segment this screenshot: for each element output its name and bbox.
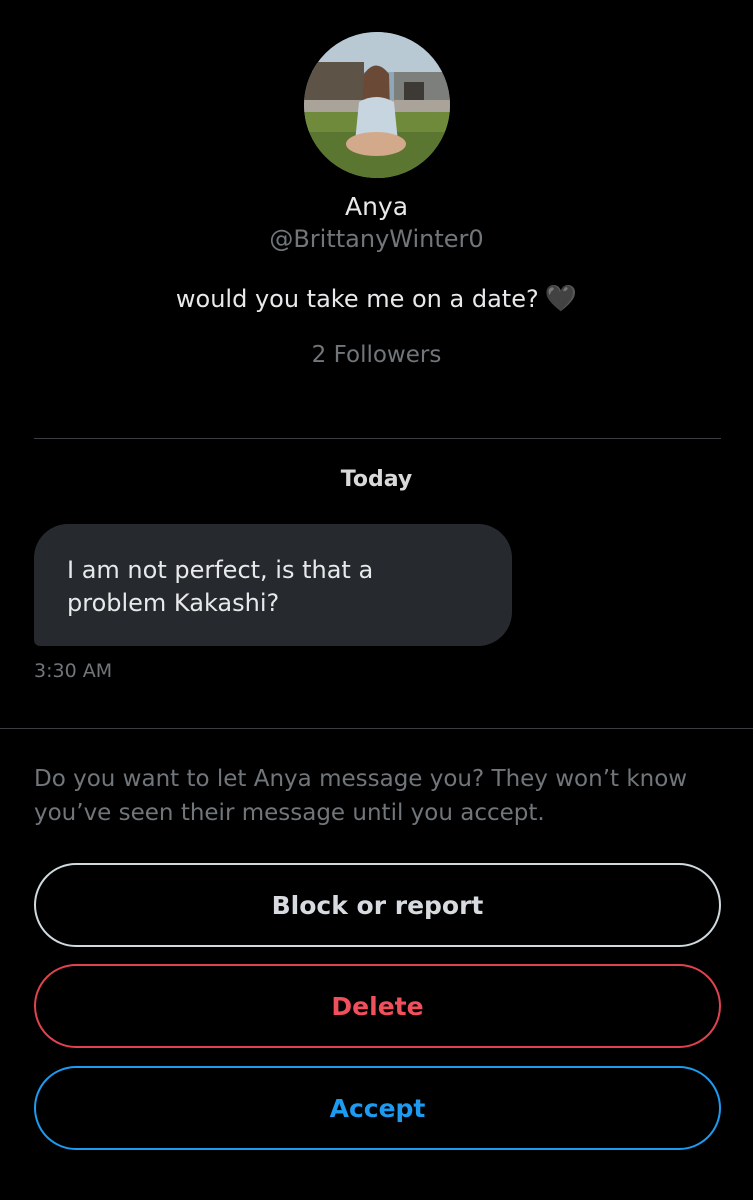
message-bubble[interactable]: I am not perfect, is that a problem Kaka… (34, 524, 512, 646)
bio-text: would you take me on a date? (175, 285, 539, 313)
profile-name: Anya (344, 192, 409, 221)
request-prompt: Do you want to let Anya message you? The… (34, 766, 688, 826)
divider (0, 728, 753, 729)
avatar-photo (304, 32, 450, 178)
avatar[interactable] (304, 32, 450, 178)
message-timestamp: 3:30 AM (34, 660, 113, 682)
divider (34, 438, 721, 439)
followers-count[interactable]: 2 Followers (0, 342, 753, 368)
block-or-report-button[interactable]: Block or report (34, 863, 721, 947)
date-separator: Today (340, 467, 413, 492)
profile-handle: @BrittanyWinter0 (269, 225, 484, 253)
profile-bio: would you take me on a date? 🖤 (0, 284, 753, 314)
delete-button[interactable]: Delete (34, 964, 721, 1048)
accept-button[interactable]: Accept (34, 1066, 721, 1150)
message-request-screen: Anya @BrittanyWinter0 would you take me … (0, 0, 753, 1200)
black-heart-icon: 🖤 (544, 284, 578, 314)
